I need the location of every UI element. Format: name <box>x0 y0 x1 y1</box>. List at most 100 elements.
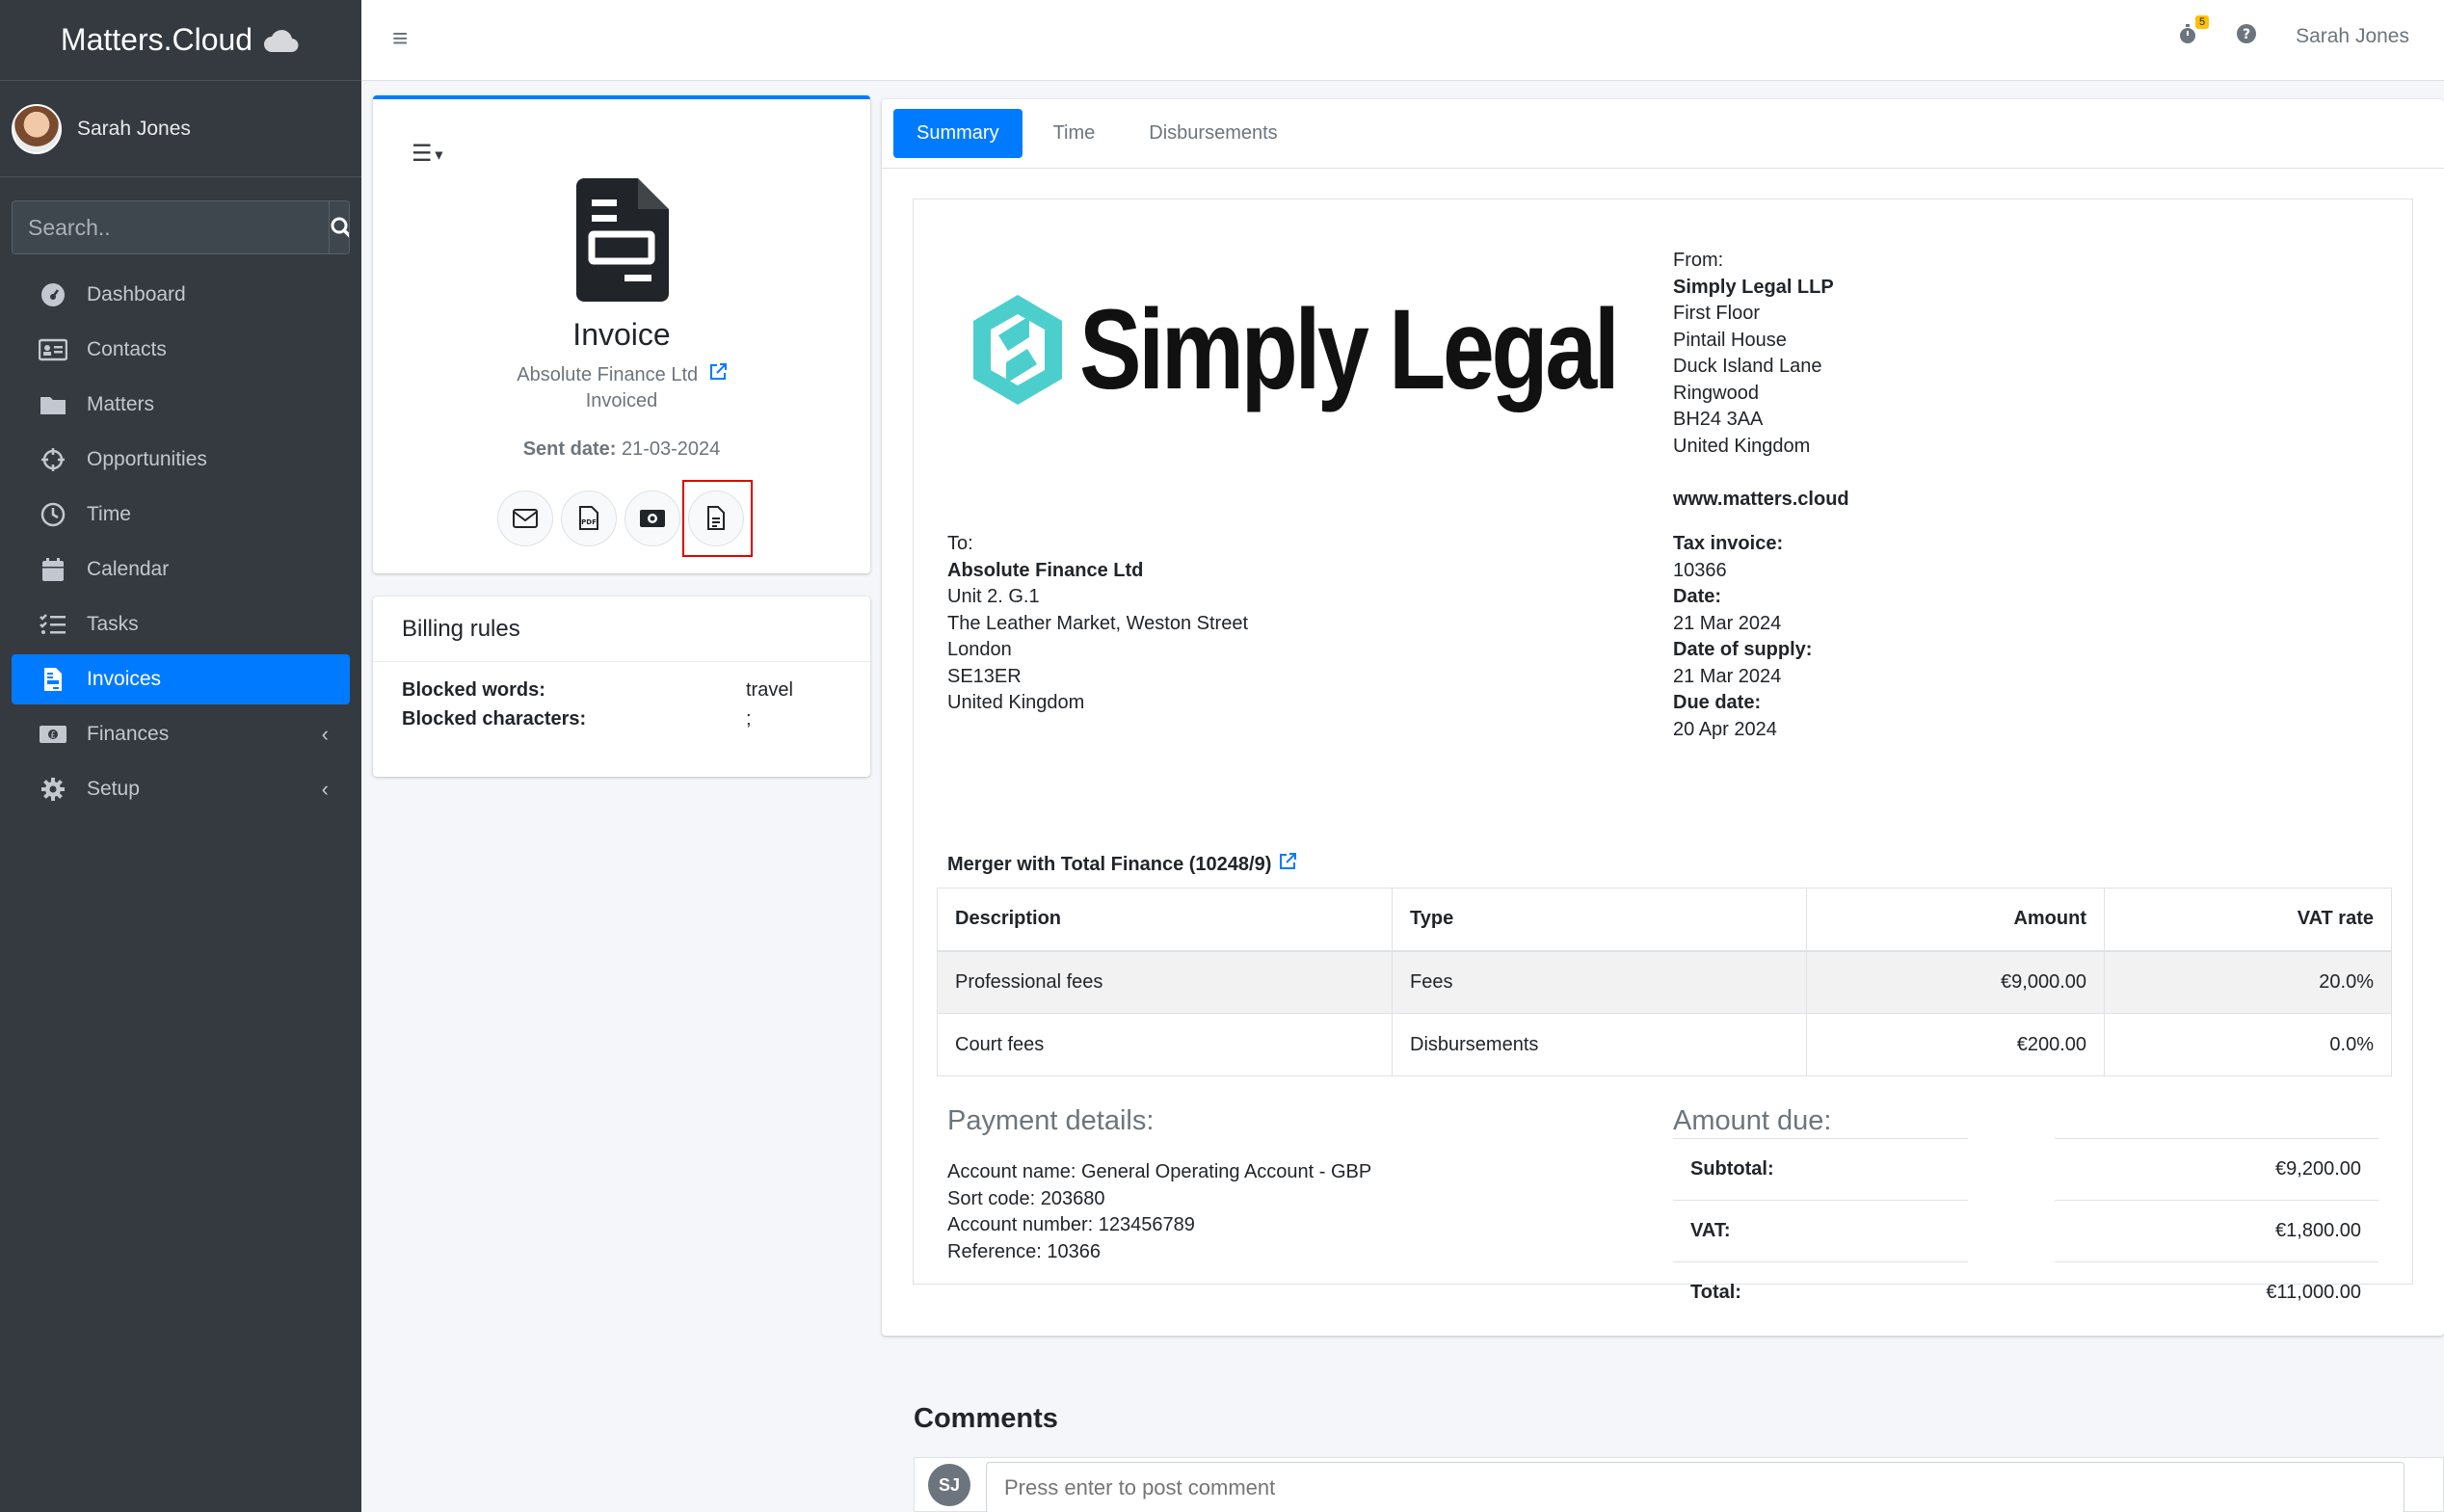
tab-summary[interactable]: Summary <box>893 109 1023 158</box>
table-row: Court fees Disbursements €200.00 0.0% <box>937 1013 2392 1076</box>
address-line: BH24 3AA <box>1673 409 1764 430</box>
payment-line: Account number: 123456789 <box>947 1214 1195 1235</box>
cell-vat: 0.0% <box>2104 1013 2392 1076</box>
gear-icon <box>41 778 65 801</box>
sidebar-item-label: Invoices <box>87 668 162 690</box>
tax-invoice-info: Tax invoice: 10366 Date: 21 Mar 2024 Dat… <box>1673 531 1812 743</box>
cell-type: Fees <box>1392 950 1807 1014</box>
payment-details: Account name: General Operating Account … <box>947 1159 1371 1265</box>
total-key: Total: <box>1673 1261 1969 1324</box>
options-dropdown[interactable]: ☰▼ <box>412 140 445 168</box>
stopwatch-button[interactable]: 5 <box>2178 15 2210 50</box>
total-value: €9,200.00 <box>2055 1138 2378 1201</box>
navbar-user-name[interactable]: Sarah Jones <box>2296 25 2409 48</box>
user-panel[interactable]: Sarah Jones <box>0 81 361 177</box>
file-invoice-icon <box>44 668 62 691</box>
address-line: London <box>947 639 1012 660</box>
svg-text:PDF: PDF <box>581 518 597 526</box>
navbar-right: 5 ? Sarah Jones <box>2178 0 2409 73</box>
company-logo: Simply Legal <box>970 284 1735 415</box>
to-name: Absolute Finance Ltd <box>947 559 1144 581</box>
billing-rule-value: travel <box>746 678 793 701</box>
logo-text: Simply Legal <box>1079 286 1620 413</box>
totals-row: Total: €11,000.00 <box>1673 1261 2378 1324</box>
sidebar-item-tasks[interactable]: Tasks <box>12 599 350 650</box>
payment-button[interactable] <box>624 491 680 546</box>
column-header: VAT rate <box>2104 888 2392 952</box>
brand-name: Matters.Cloud <box>60 22 253 57</box>
sidebar-item-matters[interactable]: Matters <box>12 380 350 430</box>
sidebar-item-label: Opportunities <box>87 448 207 470</box>
invoice-detail-card: Summary Time Disbursements Simply Legal … <box>882 99 2444 1336</box>
supply-date-value: 21 Mar 2024 <box>1673 665 1782 687</box>
cell-vat: 20.0% <box>2104 950 2392 1014</box>
from-label: From: <box>1673 250 1724 271</box>
hamburger-menu-icon[interactable]: ≡ <box>392 23 408 54</box>
avatar <box>12 103 62 154</box>
tab-time[interactable]: Time <box>1030 109 1119 158</box>
website: www.matters.cloud <box>1673 488 1849 510</box>
address-line: United Kingdom <box>947 692 1085 713</box>
sidebar-item-dashboard[interactable]: Dashboard <box>12 270 350 320</box>
external-link-icon[interactable] <box>1279 853 1297 876</box>
address-line: First Floor <box>1673 303 1760 324</box>
matter-name: Merger with Total Finance (10248/9) <box>947 853 1272 875</box>
svg-text:£: £ <box>50 731 56 741</box>
money-bill-icon: £ <box>40 726 66 743</box>
invoice-title: Invoice <box>572 317 671 352</box>
user-name: Sarah Jones <box>77 117 191 140</box>
comment-composer: SJ <box>914 1457 2444 1512</box>
invoice-tabs: Summary Time Disbursements <box>882 99 2444 169</box>
cell-description: Court fees <box>937 1013 1393 1076</box>
sidebar-item-opportunities[interactable]: Opportunities <box>12 435 350 485</box>
external-link-icon[interactable] <box>709 363 727 385</box>
brand[interactable]: Matters.Cloud <box>0 0 361 81</box>
payment-line: Sort code: 203680 <box>947 1187 1105 1209</box>
email-button[interactable] <box>497 491 553 546</box>
pdf-button[interactable]: PDF <box>561 491 617 546</box>
sidebar-item-label: Time <box>87 503 131 525</box>
address-line: Duck Island Lane <box>1673 356 1822 377</box>
from-name: Simply Legal LLP <box>1673 276 1834 298</box>
envelope-icon <box>513 509 538 528</box>
total-key: Subtotal: <box>1673 1138 1969 1201</box>
tasks-icon <box>40 614 66 634</box>
sidebar-item-invoices[interactable]: Invoices <box>12 654 350 704</box>
address-line: United Kingdom <box>1673 435 1811 457</box>
address-line: Pintail House <box>1673 329 1787 351</box>
sidebar-item-time[interactable]: Time <box>12 490 350 540</box>
bars-icon: ☰ <box>412 141 433 167</box>
invoice-client: Absolute Finance Ltd <box>373 363 870 386</box>
avatar: SJ <box>928 1464 970 1506</box>
total-value: €11,000.00 <box>2055 1261 2378 1324</box>
caret-down-icon: ▼ <box>432 146 446 163</box>
sidebar-item-setup[interactable]: Setup ‹ <box>12 764 350 814</box>
search-button[interactable] <box>329 201 349 253</box>
totals-table: Subtotal: €9,200.00 VAT: €1,800.00 Total… <box>1673 1138 2378 1324</box>
client-name: Absolute Finance Ltd <box>517 364 699 385</box>
payment-line: Reference: 10366 <box>947 1240 1102 1262</box>
totals-row: Subtotal: €9,200.00 <box>1673 1138 2378 1201</box>
sent-date-label: Sent date: <box>522 438 617 460</box>
calendar-icon <box>42 558 64 581</box>
to-address: To: Absolute Finance Ltd Unit 2. G.1 The… <box>947 531 1248 717</box>
address-line: Unit 2. G.1 <box>947 586 1040 607</box>
help-button[interactable]: ? <box>2236 23 2257 50</box>
search-input[interactable] <box>13 201 329 253</box>
due-date-label: Due date: <box>1673 692 1762 713</box>
sidebar-item-label: Contacts <box>87 338 167 360</box>
chevron-left-icon: ‹ <box>321 777 329 801</box>
billing-rule-value: ; <box>746 707 752 729</box>
question-circle-icon: ? <box>2237 24 2257 43</box>
address-line: SE13ER <box>947 665 1022 687</box>
invoice-items-table: Description Type Amount VAT rate Profess… <box>937 888 2392 1076</box>
sidebar-item-contacts[interactable]: Contacts <box>12 325 350 375</box>
supply-date-label: Date of supply: <box>1673 639 1813 660</box>
sidebar-item-finances[interactable]: £ Finances ‹ <box>12 709 350 759</box>
table-row: Professional fees Fees €9,000.00 20.0% <box>937 950 2392 1014</box>
sidebar-item-calendar[interactable]: Calendar <box>12 544 350 595</box>
billing-rule-key: Blocked words: <box>402 678 545 701</box>
comment-input[interactable] <box>986 1462 2404 1512</box>
column-header: Amount <box>1806 888 2105 952</box>
tab-disbursements[interactable]: Disbursements <box>1126 109 1300 158</box>
